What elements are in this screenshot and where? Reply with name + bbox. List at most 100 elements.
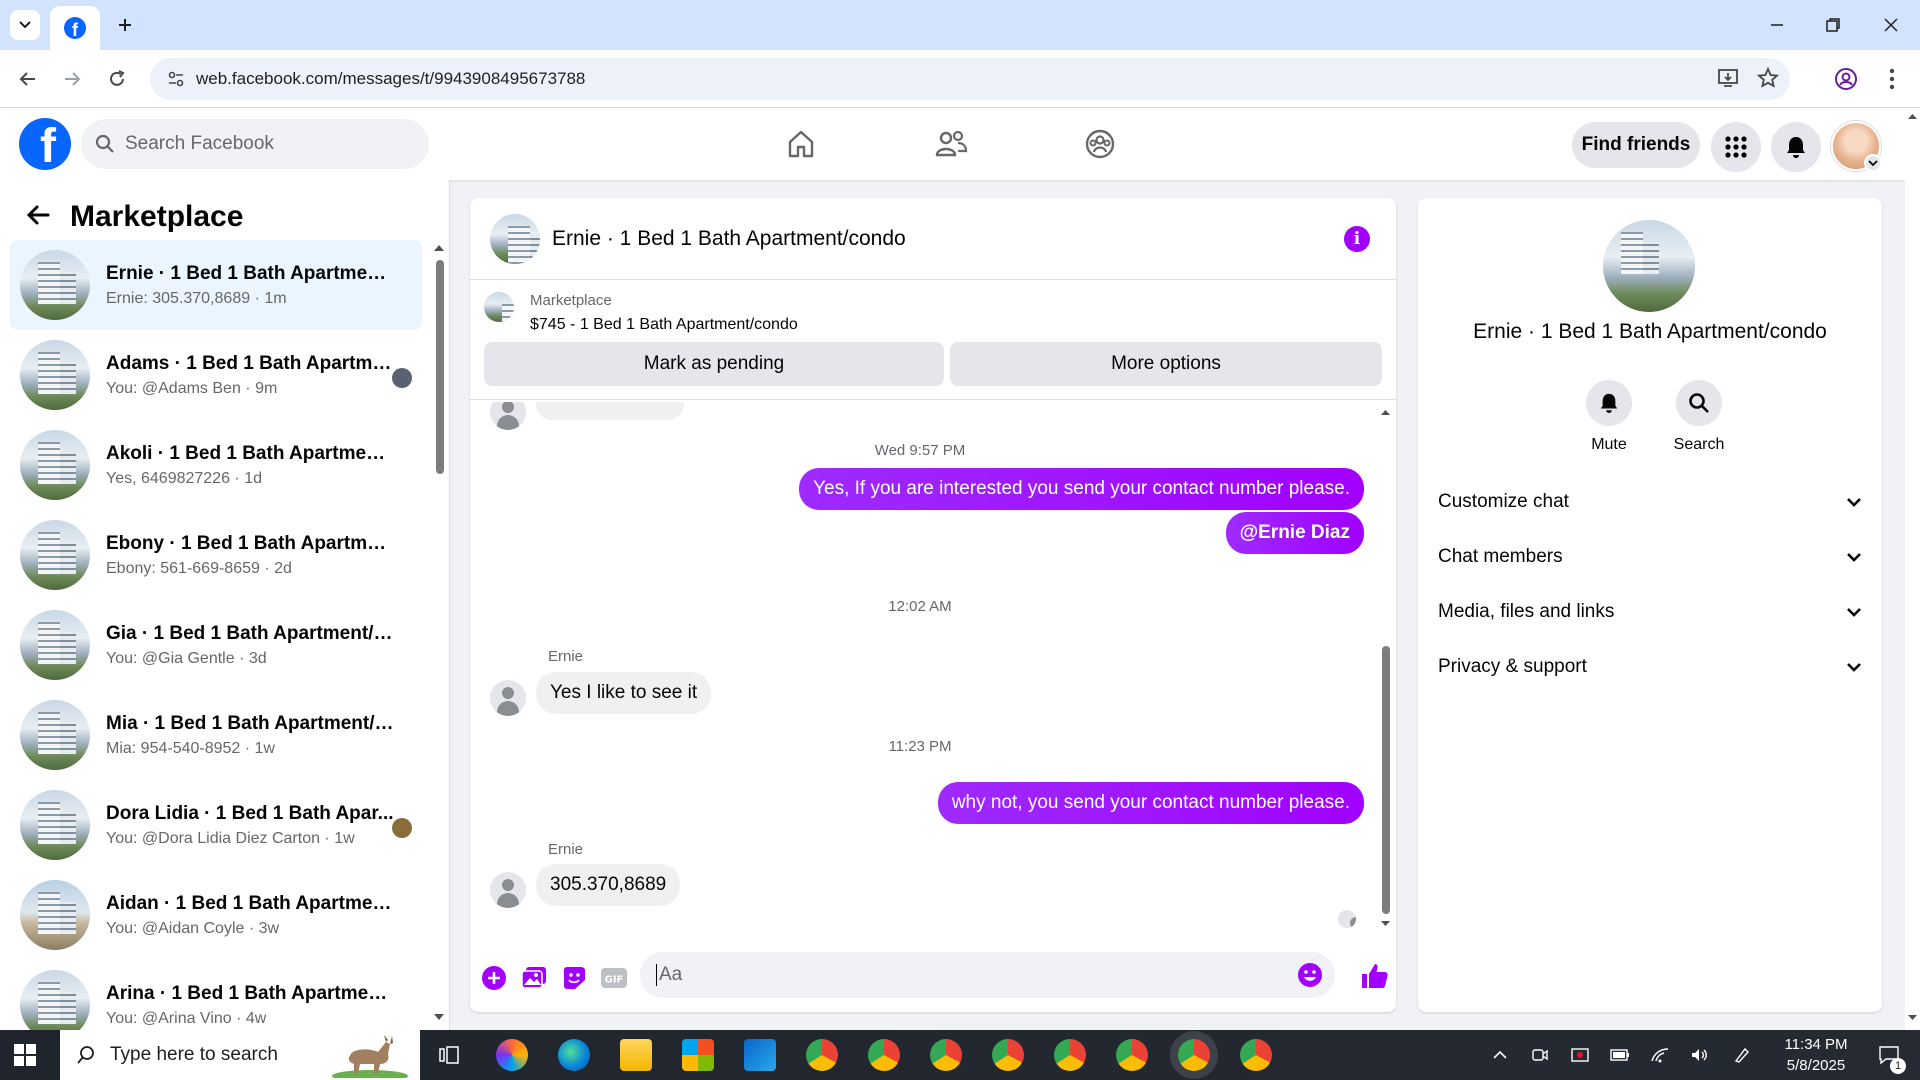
close-window-button[interactable] — [1868, 8, 1914, 42]
page-scrollbar[interactable] — [1905, 108, 1920, 1030]
windows-start-icon[interactable] — [14, 1044, 36, 1066]
message-bubble-outgoing[interactable]: why not, you send your contact number pl… — [937, 782, 1364, 824]
wifi-icon[interactable] — [1646, 1030, 1674, 1080]
message-bubble-outgoing[interactable]: Yes, If you are interested you send your… — [799, 468, 1364, 510]
conversation-item-mia[interactable]: Mia · 1 Bed 1 Bath Apartment/co... Mia: 9… — [10, 690, 422, 780]
scroll-up-icon[interactable] — [434, 244, 444, 251]
mark-as-pending-button[interactable]: Mark as pending — [484, 342, 944, 386]
accordion-media-files-links[interactable]: Media, files and links — [1438, 586, 1862, 638]
scroll-thumb[interactable] — [1382, 646, 1390, 914]
scroll-up-icon[interactable] — [1907, 112, 1918, 120]
bookmark-star-icon[interactable] — [1756, 66, 1780, 90]
emoji-icon[interactable] — [1297, 962, 1323, 988]
task-view-icon[interactable] — [434, 1030, 464, 1080]
conversation-item-ernie[interactable]: Ernie · 1 Bed 1 Bath Apartment/c... Ernie… — [10, 240, 422, 330]
taskbar-search-box[interactable]: Type here to search — [60, 1030, 420, 1080]
more-options-button[interactable]: More options — [950, 342, 1382, 386]
chrome-app-icon[interactable] — [992, 1039, 1024, 1071]
browser-menu-button[interactable] — [1876, 63, 1908, 95]
copilot-app-icon[interactable] — [496, 1039, 528, 1071]
back-button[interactable] — [12, 63, 44, 95]
gif-button[interactable]: GIF — [600, 964, 628, 992]
screen-record-icon[interactable] — [1566, 1030, 1594, 1080]
taskbar-clock[interactable]: 11:34 PM 5/8/2025 — [1766, 1034, 1866, 1076]
message-thread-scrollbar[interactable] — [1378, 404, 1392, 944]
nav-home[interactable] — [771, 122, 831, 166]
conversation-item-gia[interactable]: Gia · 1 Bed 1 Bath Apartment/co... You: @… — [10, 600, 422, 690]
conversation-item-dora-lidia[interactable]: Dora Lidia · 1 Bed 1 Bath Apar... You: @D… — [10, 780, 422, 870]
chrome-app-icon[interactable] — [1116, 1039, 1148, 1071]
restore-button[interactable] — [1810, 8, 1856, 42]
account-chevron-icon[interactable] — [1864, 154, 1882, 172]
conversation-item-ebony[interactable]: Ebony · 1 Bed 1 Bath Apartment/... Ebony:… — [10, 510, 422, 600]
back-arrow-icon[interactable] — [26, 200, 50, 234]
message-input[interactable]: Aa — [640, 952, 1335, 998]
microsoft-store-app-icon[interactable] — [682, 1039, 714, 1071]
battery-icon[interactable] — [1606, 1030, 1634, 1080]
install-app-icon[interactable] — [1716, 66, 1740, 90]
menu-button[interactable] — [1711, 122, 1761, 172]
contact-avatar[interactable] — [490, 872, 526, 908]
conversation-item-akoli[interactable]: Akoli · 1 Bed 1 Bath Apartment/c... Yes, … — [10, 420, 422, 510]
find-friends-button[interactable]: Find friends — [1572, 122, 1700, 168]
notifications-button[interactable] — [1771, 122, 1821, 172]
file-explorer-app-icon[interactable] — [620, 1039, 652, 1071]
mute-button[interactable]: Mute — [1569, 380, 1649, 454]
facebook-search-input[interactable]: Search Facebook — [81, 119, 429, 169]
profile-button[interactable] — [1830, 63, 1862, 95]
site-info-icon[interactable] — [156, 69, 196, 89]
accordion-customize-chat[interactable]: Customize chat — [1438, 476, 1862, 528]
forward-button[interactable] — [56, 63, 88, 95]
chrome-app-icon[interactable] — [806, 1039, 838, 1071]
chrome-app-icon-active[interactable] — [1178, 1039, 1210, 1071]
chat-details-avatar[interactable] — [1603, 220, 1695, 312]
message-bubble-mention[interactable]: @Ernie Diaz — [1225, 512, 1364, 554]
browser-tab-facebook[interactable]: f — [50, 6, 100, 50]
conversation-item-adams[interactable]: Adams · 1 Bed 1 Bath Apartme... You: @Ada… — [10, 330, 422, 420]
show-hidden-icons-icon[interactable] — [1486, 1030, 1514, 1080]
accordion-chat-members[interactable]: Chat members — [1438, 531, 1862, 583]
nav-groups[interactable] — [1070, 122, 1130, 166]
listing-thumbnail[interactable] — [484, 292, 514, 322]
scroll-thumb[interactable] — [436, 260, 444, 474]
scroll-down-icon[interactable] — [1907, 1014, 1918, 1022]
attach-photo-button[interactable] — [520, 964, 548, 992]
message-bubble-incoming[interactable]: Yes I like to see it — [536, 672, 712, 714]
new-tab-button[interactable] — [110, 10, 140, 40]
conversation-item-arina[interactable]: Arina · 1 Bed 1 Bath Apartment/c... You: … — [10, 960, 422, 1030]
reload-button[interactable] — [101, 63, 133, 95]
outlook-app-icon[interactable] — [744, 1039, 776, 1071]
message-bubble-incoming[interactable]: 305.370,8689 — [536, 864, 681, 906]
minimize-button[interactable] — [1754, 8, 1800, 42]
contact-avatar[interactable] — [490, 680, 526, 716]
sticker-button[interactable] — [560, 964, 588, 992]
chat-listing-avatar[interactable] — [490, 213, 540, 264]
groups-icon — [1085, 129, 1115, 159]
chrome-app-icon[interactable] — [868, 1039, 900, 1071]
conversation-item-aidan[interactable]: Aidan · 1 Bed 1 Bath Apartment/... You: @… — [10, 870, 422, 960]
scroll-down-icon[interactable] — [434, 1014, 444, 1021]
chrome-app-icon[interactable] — [1054, 1039, 1086, 1071]
pen-workspace-icon[interactable] — [1728, 1030, 1756, 1080]
accordion-privacy-support[interactable]: Privacy & support — [1438, 641, 1862, 693]
chat-title[interactable]: Ernie · 1 Bed 1 Bath Apartment/condo — [552, 227, 906, 251]
conversation-list-scrollbar[interactable] — [434, 240, 444, 1030]
edge-app-icon[interactable] — [558, 1039, 590, 1071]
notification-center-button[interactable]: 1 — [1868, 1030, 1910, 1080]
tab-search-button[interactable] — [10, 10, 40, 40]
listing-price[interactable]: $745 - 1 Bed 1 Bath Apartment/condo — [530, 316, 798, 334]
send-like-button[interactable] — [1360, 962, 1390, 992]
volume-icon[interactable] — [1686, 1030, 1714, 1080]
chrome-app-icon[interactable] — [930, 1039, 962, 1071]
info-icon[interactable]: i — [1344, 226, 1370, 252]
search-placeholder: Search Facebook — [125, 133, 274, 154]
chrome-app-icon[interactable] — [1240, 1039, 1272, 1071]
address-bar[interactable]: web.facebook.com/messages/t/994390849567… — [150, 58, 1790, 100]
more-actions-button[interactable] — [480, 964, 508, 992]
facebook-logo-icon[interactable]: f — [19, 118, 71, 170]
search-in-chat-button[interactable]: Search — [1659, 380, 1739, 454]
meet-now-icon[interactable] — [1526, 1030, 1554, 1080]
nav-friends[interactable] — [921, 122, 981, 166]
scroll-down-icon[interactable] — [1380, 920, 1391, 928]
scroll-up-icon[interactable] — [1380, 408, 1391, 416]
